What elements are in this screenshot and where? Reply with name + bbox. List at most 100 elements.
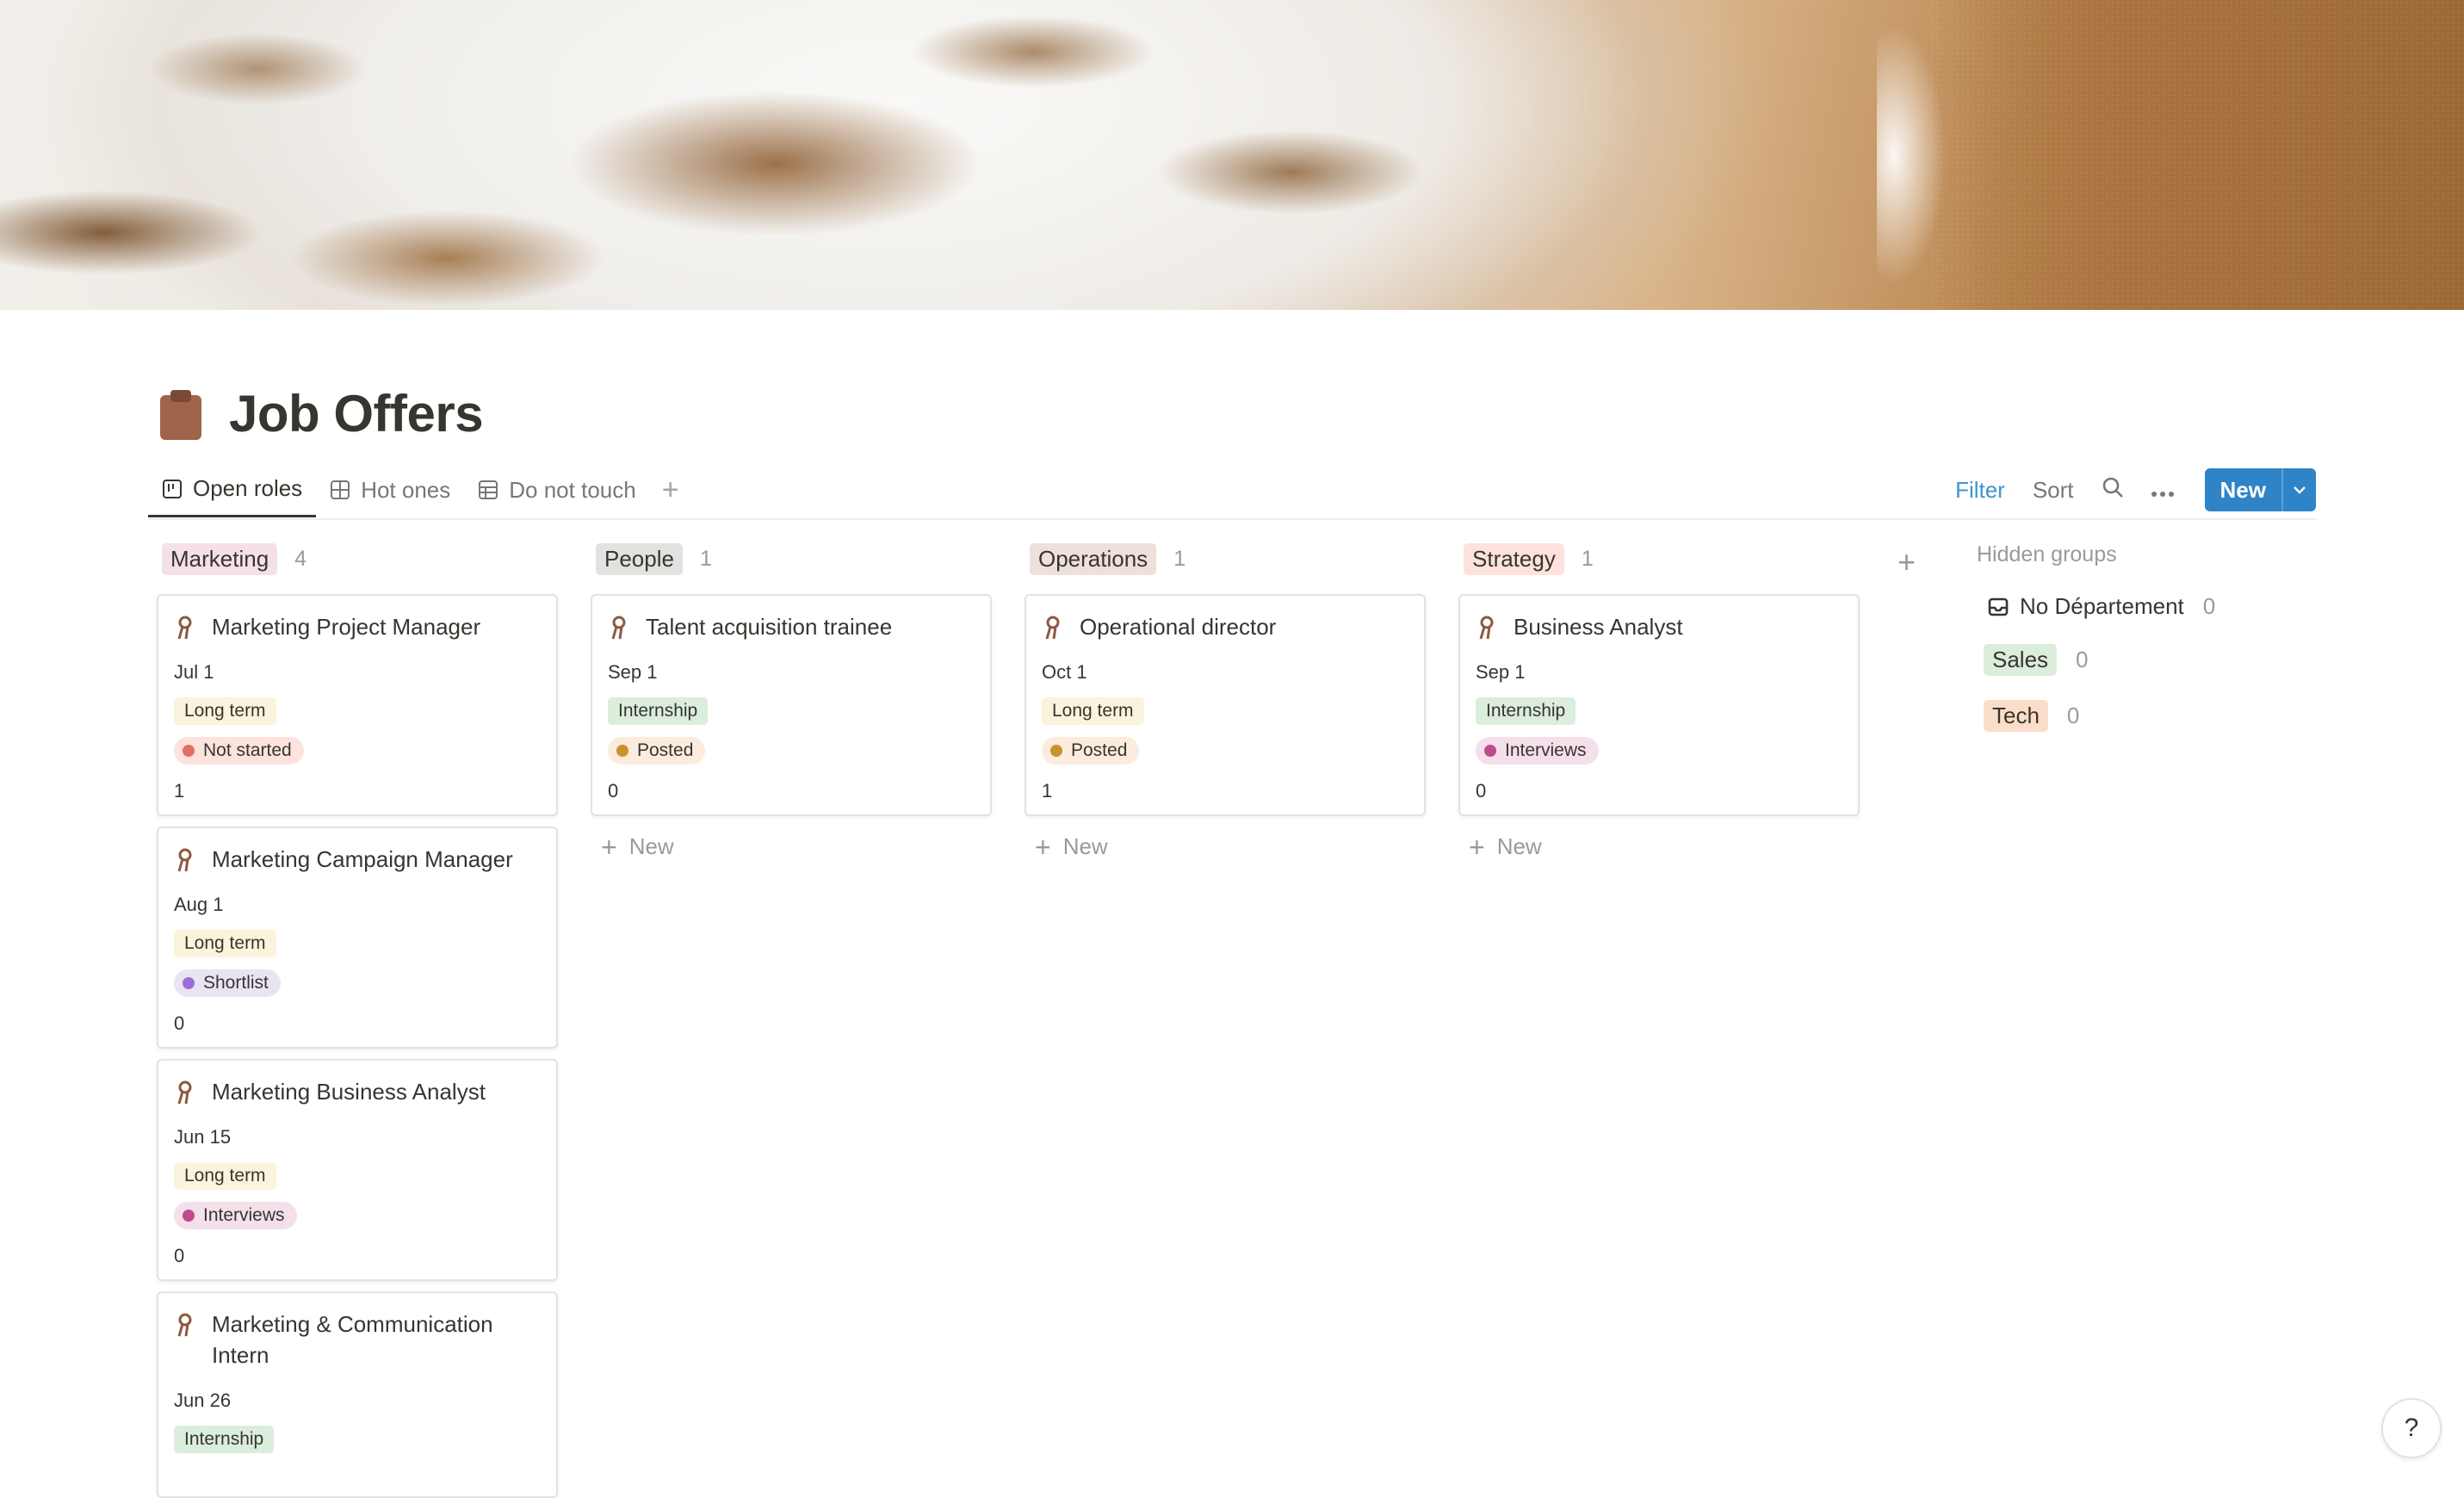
add-card-button[interactable]: + New — [1025, 831, 1429, 863]
status-label: Not started — [203, 740, 292, 760]
type-tag: Long term — [1042, 697, 1144, 725]
card-number: 1 — [1042, 780, 1053, 802]
new-button-label[interactable]: New — [2204, 468, 2281, 511]
status-badge: Interviews — [174, 1202, 297, 1229]
cover-image — [0, 0, 2464, 310]
page-title[interactable]: Job Offers — [229, 384, 484, 443]
card-title: Marketing Campaign Manager — [212, 846, 513, 872]
column-header[interactable]: Marketing 4 — [157, 534, 561, 584]
person-icon — [177, 1080, 192, 1105]
status-label: Posted — [637, 740, 694, 760]
person-icon — [1045, 616, 1060, 640]
status-badge: Posted — [1042, 737, 1140, 764]
card-date: Sep 1 — [608, 661, 658, 683]
tab-label: Hot ones — [361, 476, 451, 503]
hidden-group-label: No Département — [2020, 593, 2184, 619]
card-date: Oct 1 — [1042, 661, 1087, 683]
card-number: 1 — [174, 780, 185, 802]
status-label: Shortlist — [203, 973, 269, 993]
column-header[interactable]: Strategy 1 — [1458, 534, 1863, 584]
card-number: 0 — [1476, 780, 1487, 802]
type-tag: Internship — [174, 1426, 275, 1453]
add-card-button[interactable]: + New — [1458, 833, 1863, 861]
person-icon — [1479, 616, 1494, 640]
group-tag: Strategy — [1464, 542, 1564, 575]
new-card-label: New — [1496, 833, 1542, 859]
card-title: Operational director — [1080, 614, 1277, 640]
type-tag: Internship — [608, 697, 709, 725]
page-header: Job Offers — [157, 384, 484, 443]
board-view-icon — [163, 479, 182, 498]
hidden-group-sales[interactable]: Sales 0 — [1977, 644, 2287, 676]
card[interactable]: Marketing & Communication Intern Jun 26 … — [157, 1291, 558, 1498]
gallery-view-icon — [331, 480, 350, 499]
sort-button[interactable]: Sort — [2033, 477, 2074, 504]
group-count: 1 — [1581, 546, 1594, 571]
person-icon — [177, 1313, 192, 1337]
card[interactable]: Marketing Business Analyst Jun 15 Long t… — [157, 1059, 558, 1281]
card-title: Marketing & Communication Intern — [212, 1311, 493, 1368]
column-marketing: Marketing 4 Marketing Project Manager Ju… — [157, 534, 561, 1498]
tab-hot-ones[interactable]: Hot ones — [316, 464, 464, 516]
card[interactable]: Operational director Oct 1 Long term Pos… — [1025, 594, 1426, 816]
hidden-group-label: Tech — [1984, 700, 2048, 732]
column-header[interactable]: Operations 1 — [1025, 534, 1429, 584]
card-title: Talent acquisition trainee — [646, 614, 893, 640]
hidden-groups: Hidden groups No Département 0 Sales 0 T… — [1977, 542, 2287, 732]
help-button[interactable]: ? — [2381, 1398, 2442, 1458]
new-card-label: New — [1062, 833, 1108, 859]
group-tag: People — [596, 542, 683, 575]
card-date: Jun 15 — [174, 1126, 232, 1148]
card-number: 0 — [174, 1245, 185, 1266]
tab-label: Open roles — [193, 475, 303, 501]
group-count: 4 — [294, 546, 307, 571]
group-tag: Operations — [1030, 542, 1157, 575]
tab-open-roles[interactable]: Open roles — [148, 463, 317, 517]
status-badge: Interviews — [1476, 737, 1599, 764]
hidden-group-tech[interactable]: Tech 0 — [1977, 700, 2287, 732]
card[interactable]: Talent acquisition trainee Sep 1 Interns… — [591, 594, 992, 816]
search-icon[interactable] — [2102, 476, 2124, 504]
column-header[interactable]: People 1 — [591, 534, 995, 584]
plus-icon: + — [601, 831, 617, 863]
type-tag: Long term — [174, 1162, 276, 1190]
tab-label: Do not touch — [509, 476, 636, 503]
add-card-button[interactable]: + New — [591, 831, 995, 863]
hidden-group-count: 0 — [2076, 647, 2089, 672]
view-bar: Open roles Hot ones Do not touch + Filte… — [148, 463, 2316, 520]
card[interactable]: Business Analyst Sep 1 Internship Interv… — [1458, 594, 1860, 816]
status-label: Interviews — [1505, 740, 1587, 760]
cover-sand — [1930, 0, 2464, 310]
card[interactable]: Marketing Campaign Manager Aug 1 Long te… — [157, 826, 558, 1049]
plus-icon: + — [1035, 831, 1051, 863]
column-strategy: Strategy 1 Business Analyst Sep 1 Intern… — [1458, 534, 1863, 861]
view-tabs: Open roles Hot ones Do not touch + — [148, 463, 691, 517]
group-count: 1 — [699, 546, 712, 571]
hidden-group-count: 0 — [2066, 703, 2080, 728]
new-card-label: New — [628, 833, 674, 859]
card-title: Marketing Business Analyst — [212, 1079, 486, 1105]
hidden-group-no-departement[interactable]: No Département 0 — [1977, 593, 2287, 620]
view-actions: Filter Sort New — [1928, 468, 2316, 511]
group-count: 1 — [1173, 546, 1186, 571]
status-badge: Shortlist — [174, 969, 281, 997]
filter-button[interactable]: Filter — [1955, 477, 2005, 504]
type-tag: Long term — [174, 697, 276, 725]
add-group-button[interactable]: + — [1898, 544, 1916, 580]
add-view-button[interactable]: + — [650, 464, 691, 516]
card[interactable]: Marketing Project Manager Jul 1 Long ter… — [157, 594, 558, 816]
chevron-down-icon[interactable] — [2281, 468, 2316, 511]
card-date: Aug 1 — [174, 894, 224, 915]
more-icon[interactable] — [2151, 477, 2174, 504]
new-button[interactable]: New — [2204, 468, 2316, 511]
card-date: Sep 1 — [1476, 661, 1526, 683]
clipboard-icon[interactable] — [157, 388, 205, 440]
card-number: 0 — [608, 780, 619, 802]
tab-do-not-touch[interactable]: Do not touch — [464, 464, 649, 516]
person-icon — [177, 616, 192, 640]
hidden-groups-title: Hidden groups — [1977, 542, 2117, 566]
hidden-group-label: Sales — [1984, 644, 2058, 676]
type-tag: Long term — [174, 930, 276, 957]
status-label: Posted — [1071, 740, 1128, 760]
type-tag: Internship — [1476, 697, 1576, 725]
